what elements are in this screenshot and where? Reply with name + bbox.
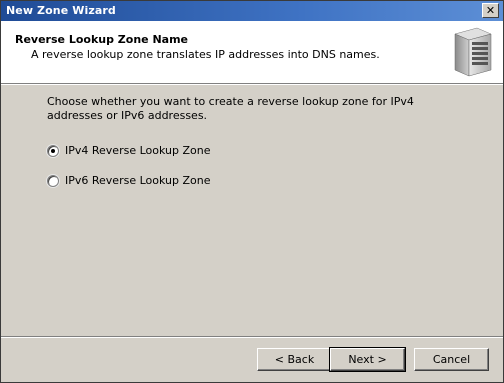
ipv4-label[interactable]: IPv4 Reverse Lookup Zone bbox=[65, 144, 210, 157]
ipv6-radio[interactable] bbox=[47, 174, 59, 187]
ipv4-radio[interactable] bbox=[47, 144, 59, 157]
ipv6-label[interactable]: IPv6 Reverse Lookup Zone bbox=[65, 174, 210, 187]
server-icon bbox=[454, 27, 492, 77]
close-icon: ✕ bbox=[485, 4, 496, 17]
ipv6-option[interactable]: IPv6 Reverse Lookup Zone bbox=[47, 174, 210, 187]
ipv4-option[interactable]: IPv4 Reverse Lookup Zone bbox=[47, 144, 210, 157]
page-title: Reverse Lookup Zone Name bbox=[15, 33, 189, 46]
instruction-text: Choose whether you want to create a reve… bbox=[47, 95, 414, 122]
wizard-header: Reverse Lookup Zone Name A reverse looku… bbox=[1, 21, 503, 85]
window-title: New Zone Wizard bbox=[6, 4, 116, 17]
title-bar[interactable]: New Zone Wizard ✕ bbox=[1, 1, 503, 21]
next-button[interactable]: Next > bbox=[329, 347, 406, 372]
cancel-button[interactable]: Cancel bbox=[414, 348, 489, 371]
back-button[interactable]: < Back bbox=[257, 348, 332, 371]
wizard-window: New Zone Wizard ✕ Reverse Lookup Zone Na… bbox=[0, 0, 504, 383]
close-button[interactable]: ✕ bbox=[482, 3, 499, 18]
page-description: A reverse lookup zone translates IP addr… bbox=[31, 48, 380, 61]
footer-divider-highlight bbox=[1, 337, 503, 338]
